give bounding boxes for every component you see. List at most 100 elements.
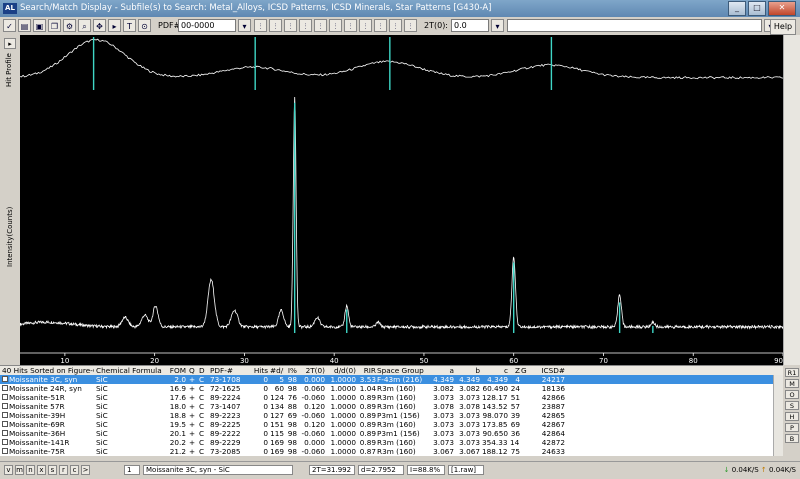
- column-header[interactable]: 2T(0): [298, 366, 325, 375]
- status-tab-button[interactable]: v: [4, 465, 13, 475]
- table-cell: 173.850: [482, 420, 508, 429]
- pattern-selector[interactable]: [507, 19, 762, 32]
- minimize-button[interactable]: _: [728, 1, 746, 16]
- column-header[interactable]: Z: [510, 366, 520, 375]
- check-icon[interactable]: ✓: [3, 19, 16, 32]
- status-tab-button[interactable]: c: [70, 465, 79, 475]
- table-row[interactable]: Moissanite-39H SiC 18.8 + C 89-2223 0 127 69 -0.0…: [0, 411, 783, 420]
- profile-toggle-button[interactable]: ▸: [4, 38, 16, 49]
- pattern-6-icon[interactable]: ⫶: [329, 19, 342, 32]
- dropdown-icon[interactable]: ▾: [238, 19, 251, 32]
- column-header[interactable]: FOM: [168, 366, 186, 375]
- column-header[interactable]: PDF-#: [210, 366, 248, 375]
- row-checkbox[interactable]: [2, 412, 8, 418]
- pattern-4-icon[interactable]: ⫶: [299, 19, 312, 32]
- column-header[interactable]: Q: [189, 366, 198, 375]
- table-cell: C: [199, 447, 205, 456]
- table-row[interactable]: Moissanite-51R SiC 17.6 + C 89-2224 0 124 76 -0.0…: [0, 393, 783, 402]
- table-cell: 1.0000: [330, 402, 356, 411]
- row-checkbox[interactable]: [2, 376, 8, 382]
- side-tool-button[interactable]: M: [785, 379, 799, 388]
- table-row[interactable]: Moissanite-36H SiC 20.1 + C 89-2222 0 115 98 -0.0…: [0, 429, 783, 438]
- row-checkbox[interactable]: [2, 403, 8, 409]
- table-cell: C: [199, 420, 205, 429]
- column-header[interactable]: G: [521, 366, 531, 375]
- print-icon[interactable]: ▤: [18, 19, 31, 32]
- table-scrollbar[interactable]: [773, 375, 783, 456]
- column-header[interactable]: c: [482, 366, 508, 375]
- column-header[interactable]: Space Group: [377, 366, 429, 375]
- row-checkbox[interactable]: [2, 430, 8, 436]
- row-checkbox[interactable]: [2, 421, 8, 427]
- row-checkbox[interactable]: [2, 439, 8, 445]
- table-cell: +: [189, 420, 196, 429]
- table-row[interactable]: Moissanite 3C, syn SiC 2.0 + C 73-1708 0 5 98 0.0…: [0, 375, 783, 384]
- table-cell: 3.078: [433, 402, 454, 411]
- next-icon[interactable]: ▸: [108, 19, 121, 32]
- column-header[interactable]: 40 Hits Sorted on Figure-Of-Merit: [2, 366, 94, 375]
- intensity-scrollbar[interactable]: [783, 92, 800, 365]
- help-button[interactable]: Help: [770, 19, 796, 35]
- pattern-3-icon[interactable]: ⫶: [284, 19, 297, 32]
- column-header[interactable]: D: [199, 366, 209, 375]
- copy-icon[interactable]: ❐: [48, 19, 61, 32]
- twotheta-input[interactable]: [451, 19, 489, 32]
- status-phase: Moissanite 3C, syn - SiC: [143, 465, 293, 475]
- search-icon[interactable]: ⊙: [138, 19, 151, 32]
- column-header[interactable]: #d/I: [270, 366, 284, 375]
- column-header[interactable]: d/d(0): [327, 366, 356, 375]
- side-tool-button[interactable]: S: [785, 401, 799, 410]
- pattern-9-icon[interactable]: ⫶: [374, 19, 387, 32]
- status-tab-button[interactable]: >: [81, 465, 90, 475]
- save-icon[interactable]: ▣: [33, 19, 46, 32]
- maximize-button[interactable]: □: [748, 1, 766, 16]
- status-tab-button[interactable]: r: [59, 465, 68, 475]
- pattern-8-icon[interactable]: ⫶: [359, 19, 372, 32]
- profile-scrollbar[interactable]: [783, 35, 800, 92]
- table-row[interactable]: Moissanite 57R SiC 18.0 + C 73-1407 0 134 88 0.12…: [0, 402, 783, 411]
- table-cell: +: [189, 375, 196, 384]
- pattern-2-icon[interactable]: ⫶: [269, 19, 282, 32]
- status-tab-button[interactable]: m: [15, 465, 24, 475]
- settings-icon[interactable]: ⚙: [63, 19, 76, 32]
- status-tab-button[interactable]: s: [48, 465, 57, 475]
- side-tool-button[interactable]: H: [785, 412, 799, 421]
- twotheta-dropdown-icon[interactable]: ▾: [491, 19, 504, 32]
- column-header[interactable]: I%: [286, 366, 297, 375]
- table-cell: 1.0000: [330, 420, 356, 429]
- table-row[interactable]: Moissanite-141R SiC 20.2 + C 89-2229 0 169 98 0.0…: [0, 438, 783, 447]
- table-row[interactable]: Moissanite-69R SiC 19.5 + C 89-2225 0 151 98 0.12…: [0, 420, 783, 429]
- column-header[interactable]: RIR: [357, 366, 376, 375]
- pattern-1-icon[interactable]: ⫶: [254, 19, 267, 32]
- zoom-icon[interactable]: ⌕: [78, 19, 91, 32]
- column-header[interactable]: Chemical Formula: [96, 366, 166, 375]
- pattern-5-icon[interactable]: ⫶: [314, 19, 327, 32]
- pdf-input[interactable]: [178, 19, 236, 32]
- status-tab-button[interactable]: n: [26, 465, 35, 475]
- column-header[interactable]: a: [430, 366, 454, 375]
- pattern-7-icon[interactable]: ⫶: [344, 19, 357, 32]
- row-checkbox[interactable]: [2, 448, 8, 454]
- close-button[interactable]: ✕: [768, 1, 796, 16]
- pattern-10-icon[interactable]: ⫶: [389, 19, 402, 32]
- side-tool-button[interactable]: O: [785, 390, 799, 399]
- table-row[interactable]: Moissanite-75R SiC 21.2 + C 73-2085 0 169 98 -0.0…: [0, 447, 783, 456]
- status-tab-button[interactable]: x: [37, 465, 46, 475]
- side-tool-button[interactable]: R1: [785, 368, 799, 377]
- table-cell: 141: [510, 438, 520, 447]
- table-cell: 3.082: [459, 384, 480, 393]
- diffraction-plot-panel[interactable]: [20, 92, 783, 365]
- table-cell: +: [189, 393, 196, 402]
- text-icon[interactable]: T: [123, 19, 136, 32]
- table-row[interactable]: Moissanite 24R, syn SiC 16.9 + C 72-1625 0 60 98…: [0, 384, 783, 393]
- table-cell: SiC: [96, 447, 108, 456]
- move-icon[interactable]: ✥: [93, 19, 106, 32]
- pattern-11-icon[interactable]: ⫶: [404, 19, 417, 32]
- side-tool-button[interactable]: P: [785, 423, 799, 432]
- row-checkbox[interactable]: [2, 394, 8, 400]
- column-header[interactable]: Hits: [250, 366, 268, 375]
- column-header[interactable]: ICSD#: [533, 366, 565, 375]
- side-tool-button[interactable]: B: [785, 434, 799, 443]
- column-header[interactable]: b: [456, 366, 480, 375]
- row-checkbox[interactable]: [2, 385, 8, 391]
